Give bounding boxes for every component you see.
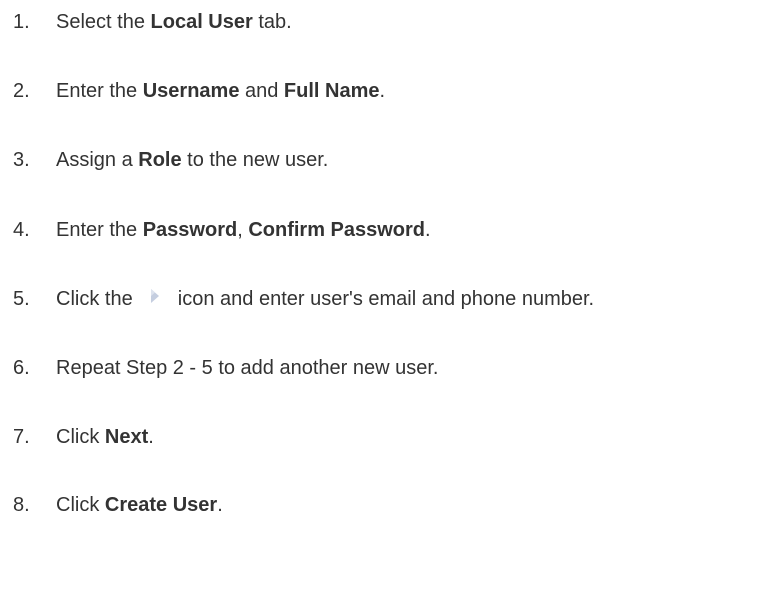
step-text-post: tab.: [252, 11, 292, 33]
step-text-pre: Repeat Step 2 - 5 to add another new use…: [56, 357, 439, 379]
step-text-pre: Click the: [56, 288, 139, 310]
expand-arrow-icon: [144, 286, 166, 308]
step-number: 8.: [13, 494, 30, 516]
step-text: Repeat Step 2 - 5 to add another new use…: [56, 353, 438, 383]
step-bold-local-user: Local User: [150, 11, 253, 33]
step-text-pre: Select the: [56, 11, 151, 33]
step-bold-password: Password: [142, 219, 238, 241]
step-text-pre: Click: [56, 494, 105, 516]
step-text: Select the Local User tab.: [56, 7, 292, 37]
step-number: 5.: [13, 288, 30, 310]
step-text: Click the icon and enter user's email an…: [56, 284, 594, 314]
step-bold-next: Next: [104, 426, 149, 448]
step-text-pre: Enter the: [56, 80, 143, 102]
step-number: 2.: [13, 80, 30, 102]
step-bold-role: Role: [138, 149, 182, 171]
step-text-post: .: [217, 494, 223, 516]
step-bold-create-user: Create User: [104, 494, 218, 516]
step-text-pre: Assign a: [56, 149, 139, 171]
step-number: 3.: [13, 149, 30, 171]
step-bold-username: Username: [142, 80, 240, 102]
step-text-mid: ,: [237, 219, 249, 241]
step-text-post: .: [379, 80, 386, 102]
step-text-pre: Enter the: [56, 219, 143, 241]
step-text-post: icon and enter user's email and phone nu…: [172, 288, 595, 310]
step-text-pre: Click: [56, 426, 105, 448]
step-text-mid: and: [239, 80, 284, 102]
step-text: Enter the Password, Confirm Password.: [56, 215, 431, 245]
step-text: Assign a Role to the new user.: [56, 145, 328, 175]
step-number: 7.: [13, 426, 30, 448]
step-number: 6.: [13, 357, 30, 379]
step-text: Enter the Username and Full Name.: [56, 76, 385, 106]
step-text-post: .: [425, 219, 431, 241]
step-text: Click Create User.: [56, 490, 223, 520]
step-bold-full-name: Full Name: [283, 80, 380, 102]
step-text: Click Next.: [56, 422, 154, 452]
step-number: 4.: [13, 219, 30, 241]
step-text-post: to the new user.: [181, 149, 329, 171]
step-text-post: .: [148, 426, 154, 448]
step-number: 1.: [13, 11, 30, 33]
instruction-list: 1. Select the Local User tab. 2. Enter t…: [0, 0, 764, 594]
step-bold-confirm-password: Confirm Password: [248, 219, 426, 241]
